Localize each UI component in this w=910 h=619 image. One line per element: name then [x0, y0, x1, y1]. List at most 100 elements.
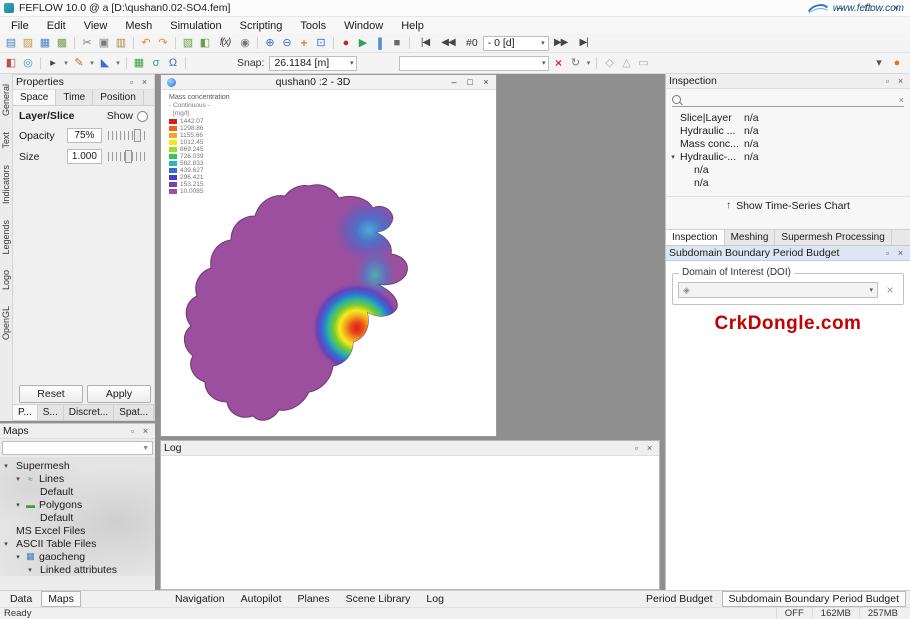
snapshot-icon[interactable]: ▧ — [180, 36, 196, 51]
measure-icon[interactable]: ◇ — [601, 56, 617, 71]
size-input[interactable]: 1.000 — [67, 149, 102, 164]
properties-bottom-tab[interactable]: Spat... — [114, 405, 154, 420]
tree-expander-icon[interactable]: ▾ — [26, 566, 34, 574]
toolbar-icon[interactable] — [175, 37, 176, 49]
size-slider[interactable] — [108, 152, 148, 161]
filter-icon[interactable]: ▼ — [142, 445, 149, 452]
doi-combobox[interactable]: ◈ ▾ — [678, 282, 878, 298]
menu-item[interactable]: Help — [392, 17, 433, 34]
properties-category-tab[interactable]: General — [1, 84, 11, 116]
inspection-row[interactable]: n/a — [666, 176, 910, 189]
select-caret-icon[interactable]: ▾ — [62, 56, 70, 71]
dock-tab[interactable]: Period Budget — [639, 591, 720, 607]
inspection-tab[interactable]: Supermesh Processing — [775, 230, 891, 245]
fit-view-icon[interactable]: ⊡ — [313, 36, 329, 51]
chevron-down-icon[interactable]: ▾ — [542, 59, 546, 67]
camera-icon[interactable]: ◉ — [237, 36, 253, 51]
step-back-icon[interactable]: ◀◀ — [437, 36, 459, 51]
log-content[interactable] — [161, 456, 659, 589]
panel-float-button[interactable]: ▫ — [126, 426, 139, 436]
dock-tab[interactable]: Navigation — [168, 591, 232, 607]
panel-close-button[interactable]: × — [139, 426, 152, 436]
zoom-out-icon[interactable]: ⊖ — [279, 36, 295, 51]
inspection-row[interactable]: Mass conc... n/a — [666, 137, 910, 150]
region-caret-icon[interactable]: ▾ — [114, 56, 122, 71]
mesh-tool-icon[interactable]: ▦ — [131, 56, 147, 71]
maps-filter-input[interactable]: ▼ — [2, 441, 153, 455]
chevron-down-icon[interactable]: ▾ — [869, 286, 873, 294]
tree-item[interactable]: ▾ gaocheng — [0, 550, 155, 563]
selection-caret-icon[interactable]: ▾ — [584, 56, 592, 71]
problem-settings-icon[interactable]: ◧ — [3, 56, 19, 71]
import-icon[interactable]: ▩ — [54, 36, 70, 51]
properties-category-tab[interactable]: Indicators — [1, 165, 11, 204]
menu-item[interactable]: Edit — [38, 17, 75, 34]
properties-tab[interactable]: Time — [56, 90, 93, 105]
stop-icon[interactable]: ■ — [389, 36, 405, 51]
time-step-combobox[interactable]: - 0 [d] ▾ — [483, 36, 549, 51]
play-icon[interactable]: ▶ — [355, 36, 371, 51]
properties-bottom-tab[interactable]: Discret... — [64, 405, 114, 420]
toolbar-icon[interactable] — [257, 37, 258, 49]
opacity-slider[interactable] — [108, 131, 148, 140]
properties-category-tab[interactable]: Logo — [1, 270, 11, 290]
undo-icon[interactable]: ↶ — [138, 36, 154, 51]
inspection-search-input[interactable]: × — [672, 93, 904, 107]
tree-item[interactable]: Default — [0, 511, 155, 524]
menu-item[interactable]: Tools — [291, 17, 335, 34]
menu-item[interactable]: Simulation — [161, 17, 230, 34]
properties-tab[interactable]: Position — [93, 90, 144, 105]
toolbar-icon[interactable] — [40, 57, 41, 69]
region-tool-icon[interactable]: ◣ — [97, 56, 113, 71]
reset-button[interactable]: Reset — [19, 385, 83, 403]
selection-combobox[interactable]: ▾ — [399, 56, 549, 71]
probe-icon[interactable]: △ — [618, 56, 634, 71]
properties-bottom-tab[interactable]: S... — [38, 405, 64, 420]
viewport-maximize-button[interactable]: □ — [462, 77, 478, 87]
cut-icon[interactable]: ✂ — [79, 36, 95, 51]
new-document-icon[interactable]: ▤ — [3, 36, 19, 51]
panel-float-button[interactable]: ▫ — [125, 77, 138, 87]
dock-tab[interactable]: Maps — [41, 591, 81, 607]
tree-item[interactable]: ▾ Linked attributes — [0, 563, 155, 576]
select-tool-icon[interactable]: ▸ — [45, 56, 61, 71]
skip-start-icon[interactable]: |◀ — [414, 36, 436, 51]
redo-icon[interactable]: ↷ — [155, 36, 171, 51]
inspection-row[interactable]: Hydraulic ... n/a — [666, 124, 910, 137]
pause-icon[interactable]: ∥ — [372, 36, 388, 51]
properties-category-tab[interactable]: Legends — [1, 220, 11, 255]
opacity-input[interactable]: 75% — [67, 128, 102, 143]
snap-distance-combobox[interactable]: 26.1184 [m] ▾ — [269, 56, 357, 71]
chevron-down-icon[interactable]: ▾ — [666, 153, 680, 161]
apply-button[interactable]: Apply — [87, 385, 151, 403]
menu-item[interactable]: Window — [335, 17, 392, 34]
tree-item[interactable]: ▾ Polygons — [0, 498, 155, 511]
menu-item[interactable]: Mesh — [116, 17, 161, 34]
toolbar-icon[interactable] — [185, 57, 186, 69]
inspection-row[interactable]: Slice|Layer n/a — [666, 111, 910, 124]
show-time-series-chart-link[interactable]: ↑ Show Time-Series Chart — [666, 196, 910, 214]
clear-selection-icon[interactable]: × — [550, 56, 566, 71]
tree-item[interactable]: ▾ ASCII Table Files — [0, 537, 155, 550]
draw-caret-icon[interactable]: ▾ — [88, 56, 96, 71]
menu-item[interactable]: Scripting — [231, 17, 292, 34]
sigma-icon[interactable]: σ — [148, 56, 164, 71]
toolbar-icon[interactable] — [596, 57, 597, 69]
gallery-icon[interactable]: ◧ — [197, 36, 213, 51]
properties-category-tab[interactable]: Text — [1, 132, 11, 149]
pan-icon[interactable]: + — [296, 36, 312, 51]
tree-item[interactable]: Default — [0, 485, 155, 498]
toolbar-icon[interactable] — [333, 37, 334, 49]
dock-tab[interactable]: Scene Library — [339, 591, 418, 607]
dock-tab[interactable]: Log — [419, 591, 451, 607]
properties-tab[interactable]: Space — [13, 90, 56, 105]
copy-icon[interactable]: ▣ — [96, 36, 112, 51]
viewport-close-button[interactable]: × — [478, 77, 494, 87]
doi-clear-button[interactable]: × — [882, 282, 898, 298]
tree-item[interactable]: ▾ Lines — [0, 472, 155, 485]
viewport-minimize-button[interactable]: – — [446, 77, 462, 87]
chevron-down-icon[interactable]: ▾ — [350, 59, 354, 67]
viewport-canvas[interactable]: Mass concentration - Continuous - [mg/l]… — [161, 90, 496, 436]
feflow-website-link[interactable]: www.feflow.com — [833, 3, 904, 14]
inspection-row[interactable]: ▾ Hydraulic-... n/a — [666, 150, 910, 163]
